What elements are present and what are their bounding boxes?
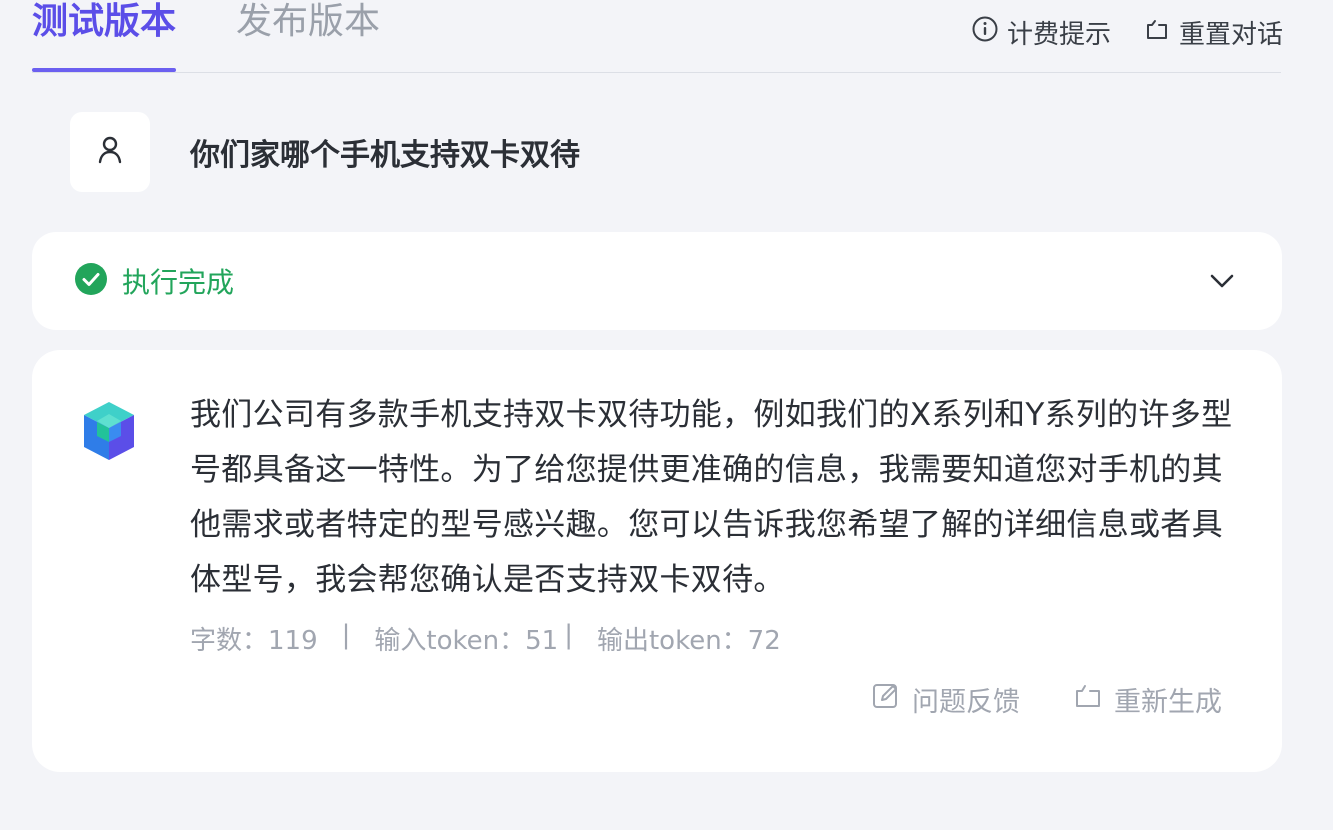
feedback-label: 问题反馈 [912, 687, 1020, 718]
tab-test-version[interactable]: 测试版本 [32, 0, 177, 72]
billing-hint-button[interactable]: 计费提示 [971, 14, 1111, 51]
header-divider [32, 72, 1281, 73]
user-message-row: 你们家哪个手机支持双卡双待 [70, 112, 580, 192]
info-circle-icon [971, 15, 999, 50]
meta-separator: | [341, 620, 351, 650]
answer-actions: 问题反馈 重新生成 [870, 680, 1222, 719]
reset-chat-button[interactable]: 重置对话 [1143, 14, 1283, 51]
input-token-count: 输入token：51 [374, 626, 559, 656]
reset-chat-label: 重置对话 [1178, 20, 1283, 50]
version-tabs: 测试版本 发布版本 [32, 0, 440, 72]
meta-separator: | [564, 620, 573, 650]
token-stats: 字数：119 | 输入token：51 | 输出token：72 [190, 620, 781, 657]
chat-debug-panel: 测试版本 发布版本 计费提示 重置对话 你们家哪个手机支持双卡双待 执行完成 我… [0, 0, 1333, 830]
regenerate-button[interactable]: 重新生成 [1072, 680, 1222, 719]
regenerate-label: 重新生成 [1114, 687, 1222, 718]
billing-hint-label: 计费提示 [1006, 20, 1111, 50]
execution-status-card[interactable]: 执行完成 [32, 232, 1282, 330]
char-count: 字数：119 [190, 626, 318, 656]
answer-text: 我们公司有多款手机支持双卡双待功能，例如我们的X系列和Y系列的许多型号都具备这一… [190, 397, 1233, 598]
header-actions: 计费提示 重置对话 [971, 14, 1283, 51]
output-token-count: 输出token：72 [596, 626, 781, 656]
feedback-button[interactable]: 问题反馈 [870, 680, 1020, 719]
edit-icon [870, 680, 902, 719]
check-circle-icon [74, 262, 108, 300]
status-text: 执行完成 [122, 266, 235, 299]
user-message-text: 你们家哪个手机支持双卡双待 [190, 138, 580, 173]
tab-release-version[interactable]: 发布版本 [236, 0, 380, 72]
chevron-down-icon[interactable] [1204, 263, 1240, 299]
refresh-icon [1072, 680, 1104, 719]
bot-answer-card: 我们公司有多款手机支持双卡双待功能，例如我们的X系列和Y系列的许多型号都具备这一… [32, 350, 1282, 772]
reset-icon [1143, 15, 1171, 50]
avatar [70, 112, 150, 192]
user-icon [93, 133, 127, 171]
